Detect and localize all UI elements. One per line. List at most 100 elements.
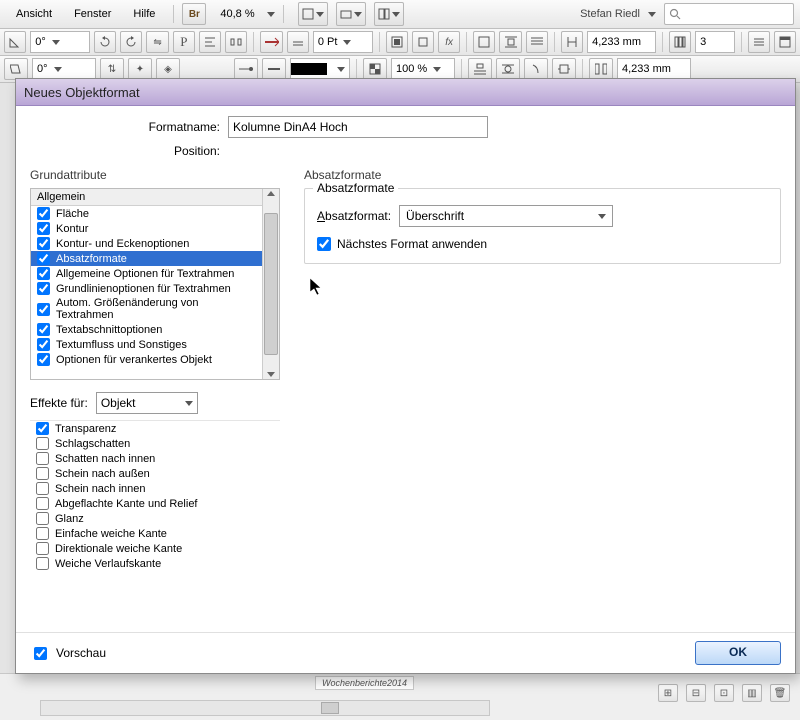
horizontal-scrollbar[interactable] <box>40 700 490 716</box>
effect-checkbox[interactable] <box>36 437 49 450</box>
user-menu-icon[interactable] <box>648 12 656 17</box>
attribute-checkbox[interactable] <box>37 252 50 265</box>
frame-fit-icon[interactable] <box>386 31 408 53</box>
effect-checkbox[interactable] <box>36 527 49 540</box>
scroll-up-icon[interactable] <box>267 191 275 196</box>
wrap-skip-icon[interactable] <box>468 58 492 80</box>
screen-mode-dropdown[interactable] <box>336 2 366 26</box>
menu-view[interactable]: Ansicht <box>6 4 62 24</box>
attributes-scrollbar[interactable] <box>262 189 279 379</box>
menu-window[interactable]: Fenster <box>64 4 121 24</box>
effect-item[interactable]: Schatten nach innen <box>30 451 280 466</box>
paragraph-style-combo[interactable]: Überschrift <box>399 205 613 227</box>
misc-tool-b-icon[interactable]: ◈ <box>156 58 180 80</box>
object-effects-icon[interactable] <box>412 31 434 53</box>
effect-checkbox[interactable] <box>36 482 49 495</box>
distribute-icon[interactable] <box>225 31 247 53</box>
menu-help[interactable]: Hilfe <box>123 4 165 24</box>
column-width-combo[interactable]: 4,233 mm <box>587 31 656 53</box>
attribute-item[interactable]: Absatzformate <box>31 251 262 266</box>
columns-count-combo[interactable]: 3 <box>695 31 734 53</box>
scroll-down-icon[interactable] <box>267 372 275 377</box>
attribute-item[interactable]: Textabschnittoptionen <box>31 322 262 337</box>
text-wrap-around-icon[interactable] <box>499 31 521 53</box>
wrap-bound-icon[interactable] <box>552 58 576 80</box>
effect-item[interactable]: Weiche Verlaufskante <box>30 556 280 571</box>
status-icon-c[interactable]: ⊡ <box>714 684 734 702</box>
zoom-level[interactable]: 40,8 % <box>212 6 262 22</box>
attribute-item[interactable]: Grundlinienoptionen für Textrahmen <box>31 281 262 296</box>
attribute-item[interactable]: Textumfluss und Sonstiges <box>31 337 262 352</box>
align-icon[interactable] <box>199 31 221 53</box>
attribute-item[interactable]: Fläche <box>31 206 262 221</box>
attribute-checkbox[interactable] <box>37 303 50 316</box>
preview-checkbox[interactable] <box>34 647 47 660</box>
gutter-icon[interactable] <box>589 58 613 80</box>
text-wrap-jump-icon[interactable] <box>526 31 548 53</box>
effect-checkbox[interactable] <box>36 497 49 510</box>
attribute-item[interactable]: Optionen für verankertes Objekt <box>31 352 262 367</box>
wrap-shape-icon[interactable] <box>496 58 520 80</box>
column-width-icon[interactable] <box>561 31 583 53</box>
effect-item[interactable]: Schein nach außen <box>30 466 280 481</box>
ok-button[interactable]: OK <box>695 641 781 665</box>
effect-checkbox[interactable] <box>36 422 49 435</box>
text-frame-icon[interactable]: P <box>173 31 195 53</box>
effect-checkbox[interactable] <box>36 467 49 480</box>
angle-a-icon[interactable] <box>4 31 26 53</box>
attribute-checkbox[interactable] <box>37 353 50 366</box>
arrange-dropdown[interactable] <box>374 2 404 26</box>
attribute-checkbox[interactable] <box>37 237 50 250</box>
fx-icon[interactable]: fx <box>438 31 460 53</box>
wrap-contour-icon[interactable] <box>524 58 548 80</box>
effect-checkbox[interactable] <box>36 557 49 570</box>
effect-item[interactable]: Glanz <box>30 511 280 526</box>
effect-item[interactable]: Schein nach innen <box>30 481 280 496</box>
panel-menu-icon[interactable] <box>748 31 770 53</box>
opacity-combo[interactable]: 100 % <box>391 58 455 80</box>
gutter-combo[interactable]: 4,233 mm <box>617 58 691 80</box>
attribute-checkbox[interactable] <box>37 207 50 220</box>
zoom-dropdown-icon[interactable] <box>267 12 275 17</box>
attribute-item[interactable]: Kontur <box>31 221 262 236</box>
attribute-item[interactable]: Autom. Größenänderung von Textrahmen <box>31 296 262 322</box>
stroke-style-icon[interactable] <box>260 31 282 53</box>
bridge-icon[interactable]: Br <box>182 3 206 25</box>
shear-icon[interactable] <box>4 58 28 80</box>
attribute-checkbox[interactable] <box>37 338 50 351</box>
stroke-weight-combo[interactable]: 0 Pt <box>313 31 373 53</box>
attribute-checkbox[interactable] <box>37 282 50 295</box>
status-icon-d[interactable]: ▥ <box>742 684 762 702</box>
effect-checkbox[interactable] <box>36 512 49 525</box>
opacity-icon[interactable] <box>363 58 387 80</box>
flip-horizontal-icon[interactable]: ⇋ <box>146 31 168 53</box>
attribute-checkbox[interactable] <box>37 323 50 336</box>
attribute-item[interactable]: Kontur- und Eckenoptionen <box>31 236 262 251</box>
status-icon-b[interactable]: ⊟ <box>686 684 706 702</box>
stroke-end-icon[interactable] <box>234 58 258 80</box>
scroll-thumb[interactable] <box>264 213 278 355</box>
rotation-angle-combo[interactable]: 0° <box>30 31 90 53</box>
shear-angle-combo[interactable]: 0° <box>32 58 96 80</box>
attribute-checkbox[interactable] <box>37 267 50 280</box>
rotate-ccw-icon[interactable] <box>94 31 116 53</box>
stroke-style-combo[interactable] <box>290 58 350 80</box>
view-mode-dropdown[interactable] <box>298 2 328 26</box>
effect-checkbox[interactable] <box>36 452 49 465</box>
document-tab[interactable]: Wochenberichte2014 <box>315 676 414 690</box>
effect-item[interactable]: Transparenz <box>30 421 280 436</box>
stroke-cap-icon[interactable] <box>262 58 286 80</box>
format-name-input[interactable] <box>228 116 488 138</box>
effect-item[interactable]: Einfache weiche Kante <box>30 526 280 541</box>
search-input[interactable] <box>685 7 769 21</box>
search-box[interactable] <box>664 3 794 25</box>
effect-checkbox[interactable] <box>36 542 49 555</box>
apply-next-format-checkbox[interactable] <box>317 237 331 251</box>
effects-target-combo[interactable]: Objekt <box>96 392 198 414</box>
attribute-checkbox[interactable] <box>37 222 50 235</box>
stroke-swap-icon[interactable] <box>287 31 309 53</box>
trash-icon[interactable]: 🗑 <box>770 684 790 702</box>
rotate-cw-icon[interactable] <box>120 31 142 53</box>
text-wrap-none-icon[interactable] <box>473 31 495 53</box>
effect-item[interactable]: Abgeflachte Kante und Relief <box>30 496 280 511</box>
